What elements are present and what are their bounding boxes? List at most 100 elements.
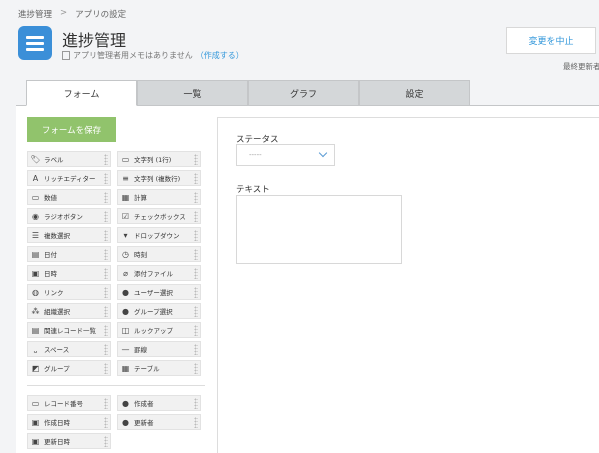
drag-handle-icon[interactable] xyxy=(194,249,198,260)
field-palette-item-label: 数値 xyxy=(44,194,57,202)
text-field-input[interactable] xyxy=(236,195,402,264)
status-dropdown-value: ----- xyxy=(249,151,262,159)
field-palette-item[interactable]: ◉ ラジオボタン xyxy=(27,208,111,224)
field-palette-item[interactable]: ◩ グループ xyxy=(27,360,111,376)
label-icon: 🏷 xyxy=(30,154,41,164)
field-palette-item-label: ラジオボタン xyxy=(44,213,83,221)
org-icon: ⁂ xyxy=(31,306,40,316)
field-palette-item[interactable]: ▣ 日時 xyxy=(27,265,111,281)
drag-handle-icon[interactable] xyxy=(194,363,198,374)
radio-icon: ◉ xyxy=(32,211,39,221)
field-palette-item[interactable]: ▤ 関連レコード一覧 xyxy=(27,322,111,338)
drag-handle-icon[interactable] xyxy=(194,417,198,428)
drag-handle-icon[interactable] xyxy=(104,211,108,222)
field-palette: 🏷 ラベル ▭ 文字列 (1行) A リッチエディター ≡ 文字列 (複数行) ▭ 数値 ▦ 計算 ◉ ラ… xyxy=(27,151,205,449)
drag-handle-icon[interactable] xyxy=(104,154,108,165)
tab-form[interactable]: フォーム xyxy=(26,80,137,106)
field-palette-item[interactable]: ◷ 時刻 xyxy=(117,246,201,262)
drag-handle-icon[interactable] xyxy=(104,325,108,336)
drag-handle-icon[interactable] xyxy=(104,398,108,409)
cancel-changes-button[interactable]: 変更を中止 xyxy=(506,27,596,54)
create-memo-link[interactable]: （作成する） xyxy=(196,50,244,61)
breadcrumb-item-app[interactable]: 進捗管理 xyxy=(18,8,52,20)
field-palette-item-label: ユーザー選択 xyxy=(134,289,173,297)
system-field-item[interactable]: ● 作成者 xyxy=(117,395,201,411)
field-palette-item-label: 日付 xyxy=(44,251,57,259)
field-palette-item-label: 複数選択 xyxy=(44,232,70,240)
field-palette-item[interactable]: ☑ チェックボックス xyxy=(117,208,201,224)
drag-handle-icon[interactable] xyxy=(194,173,198,184)
clock-icon: ◷ xyxy=(122,249,129,259)
app-list-icon xyxy=(18,26,52,60)
drag-handle-icon[interactable] xyxy=(194,230,198,241)
drag-handle-icon[interactable] xyxy=(194,268,198,279)
text-multi-icon: ≡ xyxy=(122,173,129,183)
drag-handle-icon[interactable] xyxy=(104,436,108,447)
field-palette-item[interactable]: ▾ ドロップダウン xyxy=(117,227,201,243)
drag-handle-icon[interactable] xyxy=(104,230,108,241)
form-canvas[interactable]: ステータス ----- テキスト xyxy=(217,117,599,453)
field-palette-item[interactable]: ≡ 文字列 (複数行) xyxy=(117,170,201,186)
drag-handle-icon[interactable] xyxy=(194,344,198,355)
number-icon: ▭ xyxy=(31,192,40,202)
field-palette-item-label: テーブル xyxy=(134,365,160,373)
system-field-item[interactable]: ▣ 作成日時 xyxy=(27,414,111,430)
text-single-icon: ▭ xyxy=(121,154,130,164)
drag-handle-icon[interactable] xyxy=(104,287,108,298)
drag-handle-icon[interactable] xyxy=(194,192,198,203)
field-palette-item[interactable]: ▤ 日付 xyxy=(27,246,111,262)
drag-handle-icon[interactable] xyxy=(104,249,108,260)
field-palette-item[interactable]: ⁂ 組織選択 xyxy=(27,303,111,319)
drag-handle-icon[interactable] xyxy=(104,268,108,279)
field-palette-item[interactable]: A リッチエディター xyxy=(27,170,111,186)
dropdown-icon: ▾ xyxy=(123,230,128,240)
space-icon: ⎵ xyxy=(33,344,38,353)
field-palette-item-label: グループ選択 xyxy=(134,308,173,316)
field-palette-item[interactable]: ▭ 文字列 (1行) xyxy=(117,151,201,167)
field-palette-item[interactable]: 🏷 ラベル xyxy=(27,151,111,167)
drag-handle-icon[interactable] xyxy=(194,211,198,222)
page-title: 進捗管理 xyxy=(62,31,127,50)
system-field-item[interactable]: ▭ レコード番号 xyxy=(27,395,111,411)
tab-graph[interactable]: グラフ xyxy=(248,80,359,106)
breadcrumb-separator: > xyxy=(60,8,68,18)
field-palette-item-label: リッチエディター xyxy=(44,175,96,183)
drag-handle-icon[interactable] xyxy=(104,363,108,374)
field-palette-item-label: 罫線 xyxy=(134,346,147,354)
field-palette-item[interactable]: ▦ テーブル xyxy=(117,360,201,376)
field-palette-item[interactable]: ◍ リンク xyxy=(27,284,111,300)
tab-list[interactable]: 一覧 xyxy=(137,80,248,106)
field-palette-item[interactable]: ● ユーザー選択 xyxy=(117,284,201,300)
field-palette-item-label: チェックボックス xyxy=(134,213,186,221)
record-number-icon: ▭ xyxy=(31,398,40,408)
tab-settings[interactable]: 設定 xyxy=(359,80,470,106)
field-palette-item[interactable]: ▭ 数値 xyxy=(27,189,111,205)
field-palette-item[interactable]: ⌀ 添付ファイル xyxy=(117,265,201,281)
field-palette-item[interactable]: ▦ 計算 xyxy=(117,189,201,205)
drag-handle-icon[interactable] xyxy=(104,344,108,355)
drag-handle-icon[interactable] xyxy=(104,192,108,203)
field-palette-item-label: 文字列 (1行) xyxy=(134,156,172,164)
system-field-item[interactable]: ▣ 更新日時 xyxy=(27,433,111,449)
field-palette-item[interactable]: ◫ ルックアップ xyxy=(117,322,201,338)
field-palette-item[interactable]: ⎵ スペース xyxy=(27,341,111,357)
system-field-item[interactable]: ● 更新者 xyxy=(117,414,201,430)
drag-handle-icon[interactable] xyxy=(194,154,198,165)
drag-handle-icon[interactable] xyxy=(194,287,198,298)
field-palette-item[interactable]: — 罫線 xyxy=(117,341,201,357)
system-field-item-label: 更新者 xyxy=(134,419,154,427)
field-palette-item[interactable]: ● グループ選択 xyxy=(117,303,201,319)
status-dropdown[interactable]: ----- xyxy=(236,144,335,166)
drag-handle-icon[interactable] xyxy=(194,325,198,336)
drag-handle-icon[interactable] xyxy=(104,173,108,184)
user-icon: ● xyxy=(122,287,129,297)
drag-handle-icon[interactable] xyxy=(104,417,108,428)
save-form-button[interactable]: フォームを保存 xyxy=(27,117,116,142)
group-icon: ● xyxy=(122,306,129,316)
globe-icon: ◍ xyxy=(32,287,39,297)
field-palette-item[interactable]: ☰ 複数選択 xyxy=(27,227,111,243)
drag-handle-icon[interactable] xyxy=(194,306,198,317)
drag-handle-icon[interactable] xyxy=(104,306,108,317)
drag-handle-icon[interactable] xyxy=(194,398,198,409)
field-palette-item-label: 組織選択 xyxy=(44,308,70,316)
